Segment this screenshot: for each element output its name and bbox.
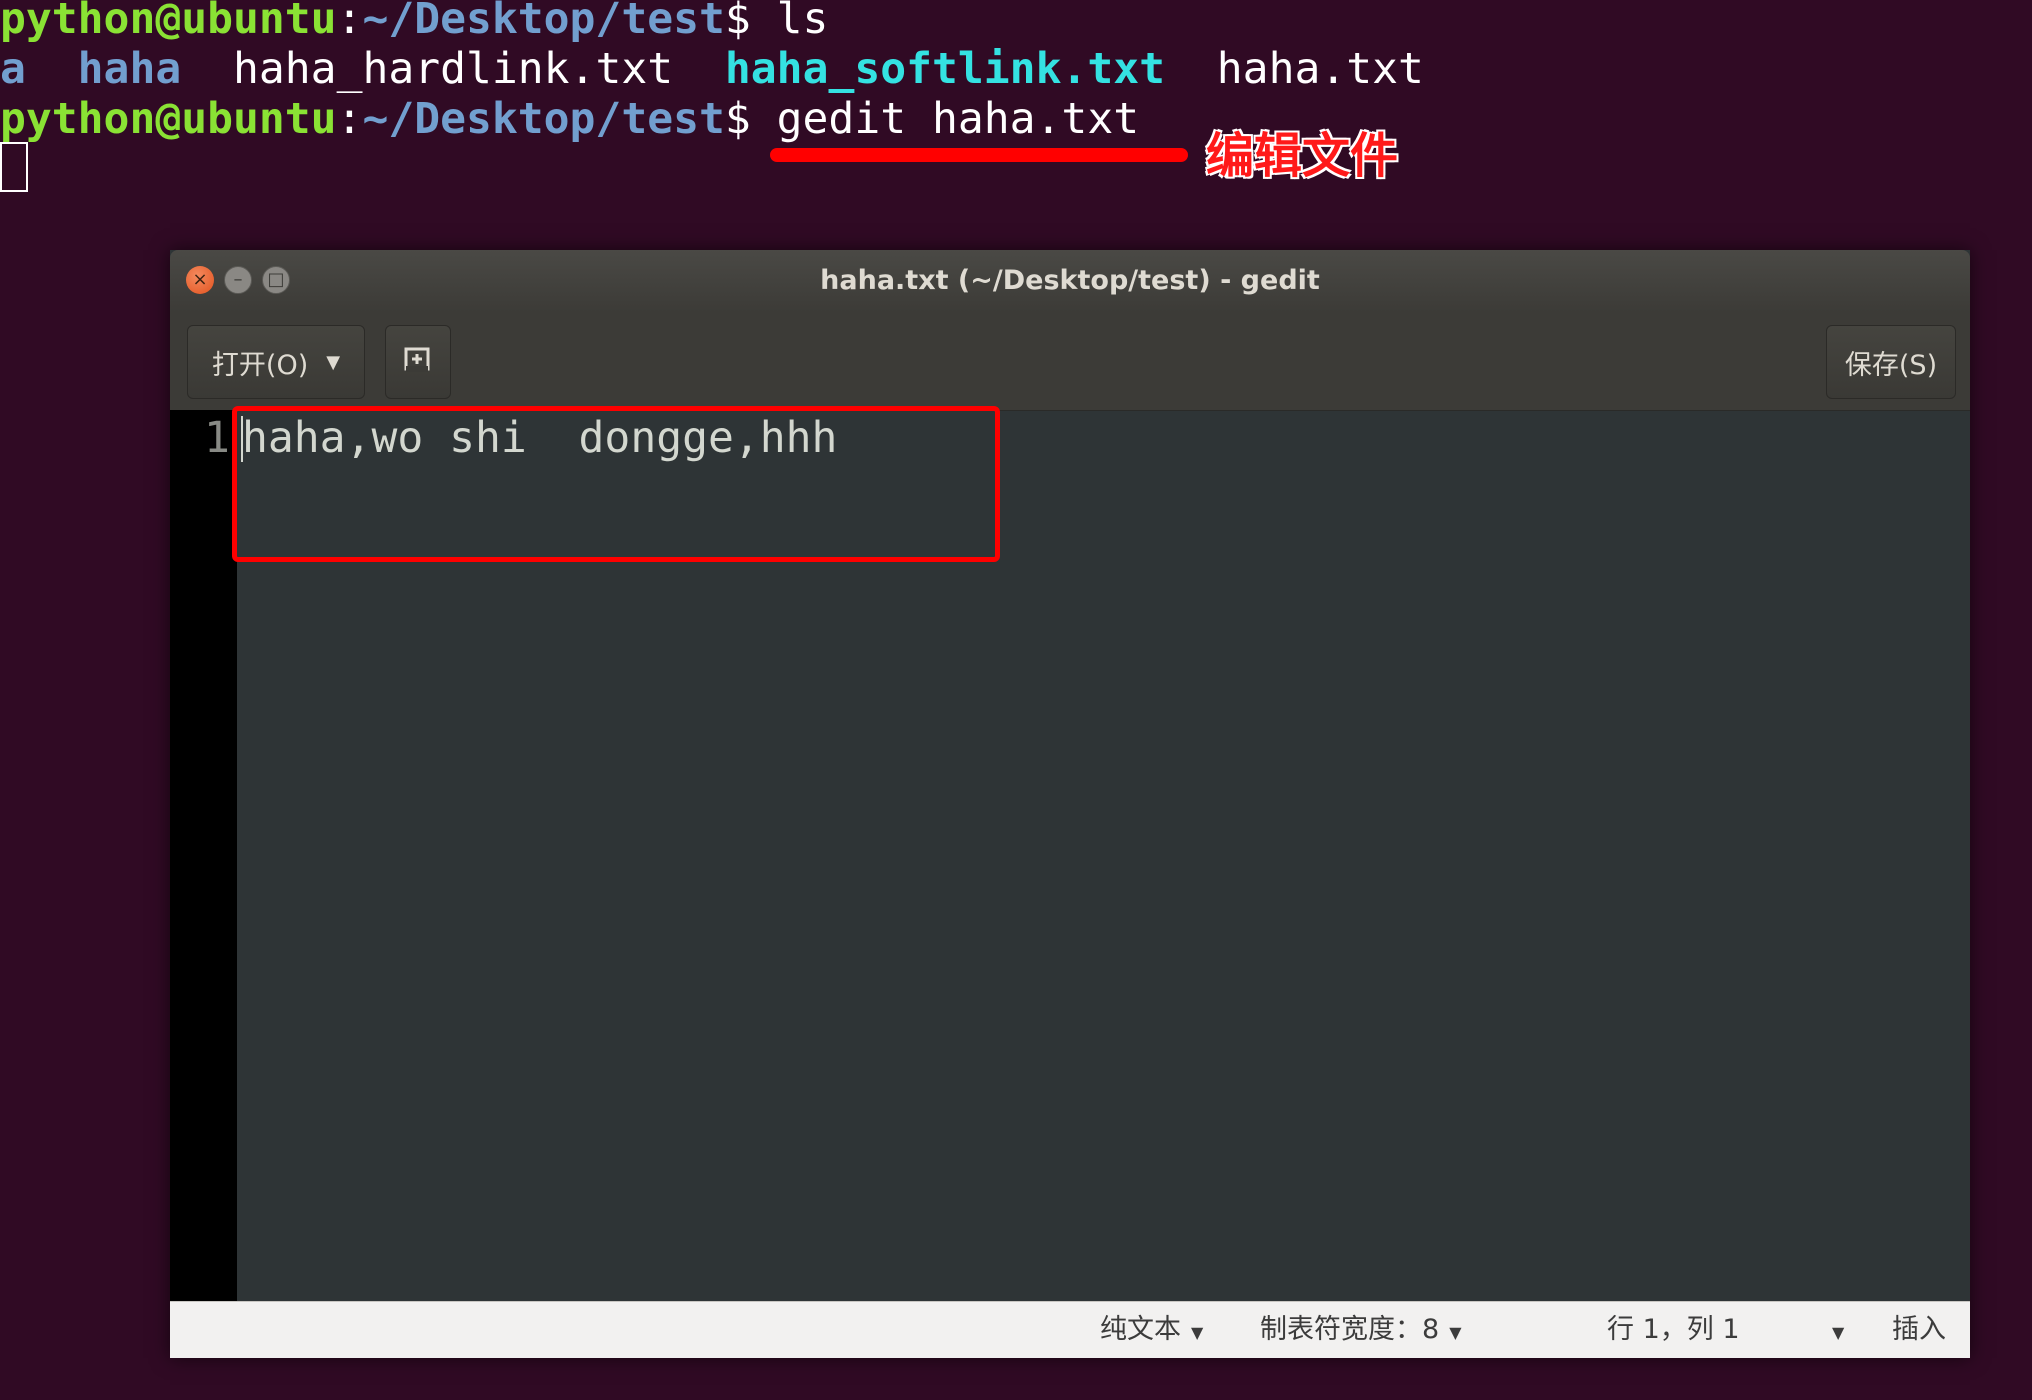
save-button-label: 保存(S) (1844, 349, 1938, 381)
annotation-underline (770, 148, 1188, 162)
prompt-path: ~/Desktop/test (362, 0, 725, 44)
prompt-user: python@ubuntu (0, 94, 337, 144)
terminal-prompt-line-1: python@ubuntu:~/Desktop/test$ ls (0, 0, 828, 44)
ls-item-txt: haha.txt (1216, 44, 1424, 94)
terminal-command: ls (776, 0, 829, 44)
window-title: haha.txt (~/Desktop/test) - gedit (820, 265, 1320, 296)
toolbar: 打开(O) ▼ 保存(S) (170, 312, 1970, 411)
ls-item-hardlink: haha_hardlink.txt (233, 44, 674, 94)
terminal-prompt-line-3: python@ubuntu:~/Desktop/test$ gedit haha… (0, 94, 1140, 144)
line-number: 1 (204, 413, 230, 463)
save-button[interactable]: 保存(S) (1826, 325, 1956, 399)
terminal-cursor (0, 142, 28, 192)
status-bar: 纯文本 ▼ 制表符宽度：8 ▼ 行 1，列 1 ▼ 插入 (170, 1301, 1970, 1358)
language-label: 纯文本 (1100, 1314, 1181, 1345)
close-icon[interactable]: × (186, 266, 214, 294)
tab-width-selector[interactable]: 制表符宽度：8 ▼ (1260, 1302, 1462, 1361)
new-tab-icon (403, 344, 433, 381)
cursor-position: 行 1，列 1 (1607, 1314, 1740, 1345)
prompt-user: python@ubuntu (0, 0, 337, 44)
chevron-down-icon: ▼ (1191, 1323, 1204, 1342)
minimize-icon[interactable]: – (224, 266, 252, 294)
open-button[interactable]: 打开(O) ▼ (187, 325, 365, 399)
new-tab-button[interactable] (385, 325, 451, 399)
annotation-label: 编辑文件 (1206, 128, 1399, 184)
line-number-gutter (170, 410, 237, 1302)
language-selector[interactable]: 纯文本 ▼ (1100, 1302, 1203, 1361)
ls-output-line: a haha haha_hardlink.txt haha_softlink.t… (0, 44, 1424, 94)
prompt-path: ~/Desktop/test (362, 94, 725, 144)
gedit-window: haha.txt (~/Desktop/test) - gedit × – □ … (170, 250, 1970, 1358)
tab-width-label: 制表符宽度：8 (1260, 1314, 1440, 1345)
chevron-down-icon: ▼ (326, 351, 341, 373)
title-bar[interactable]: haha.txt (~/Desktop/test) - gedit × – □ (170, 250, 1970, 312)
ls-item-a: a (0, 44, 26, 94)
insert-mode[interactable]: 插入 (1892, 1302, 1946, 1358)
open-button-label: 打开(O) (211, 349, 309, 381)
chevron-down-icon: ▼ (1832, 1323, 1845, 1342)
ls-item-haha: haha (77, 44, 182, 94)
terminal-command: gedit haha.txt (776, 94, 1140, 144)
ls-item-softlink: haha_softlink.txt (724, 44, 1166, 94)
chevron-down-icon: ▼ (1449, 1323, 1462, 1342)
position-dropdown[interactable]: ▼ (1822, 1302, 1844, 1361)
annotation-box (232, 406, 1000, 562)
maximize-icon[interactable]: □ (262, 266, 290, 294)
